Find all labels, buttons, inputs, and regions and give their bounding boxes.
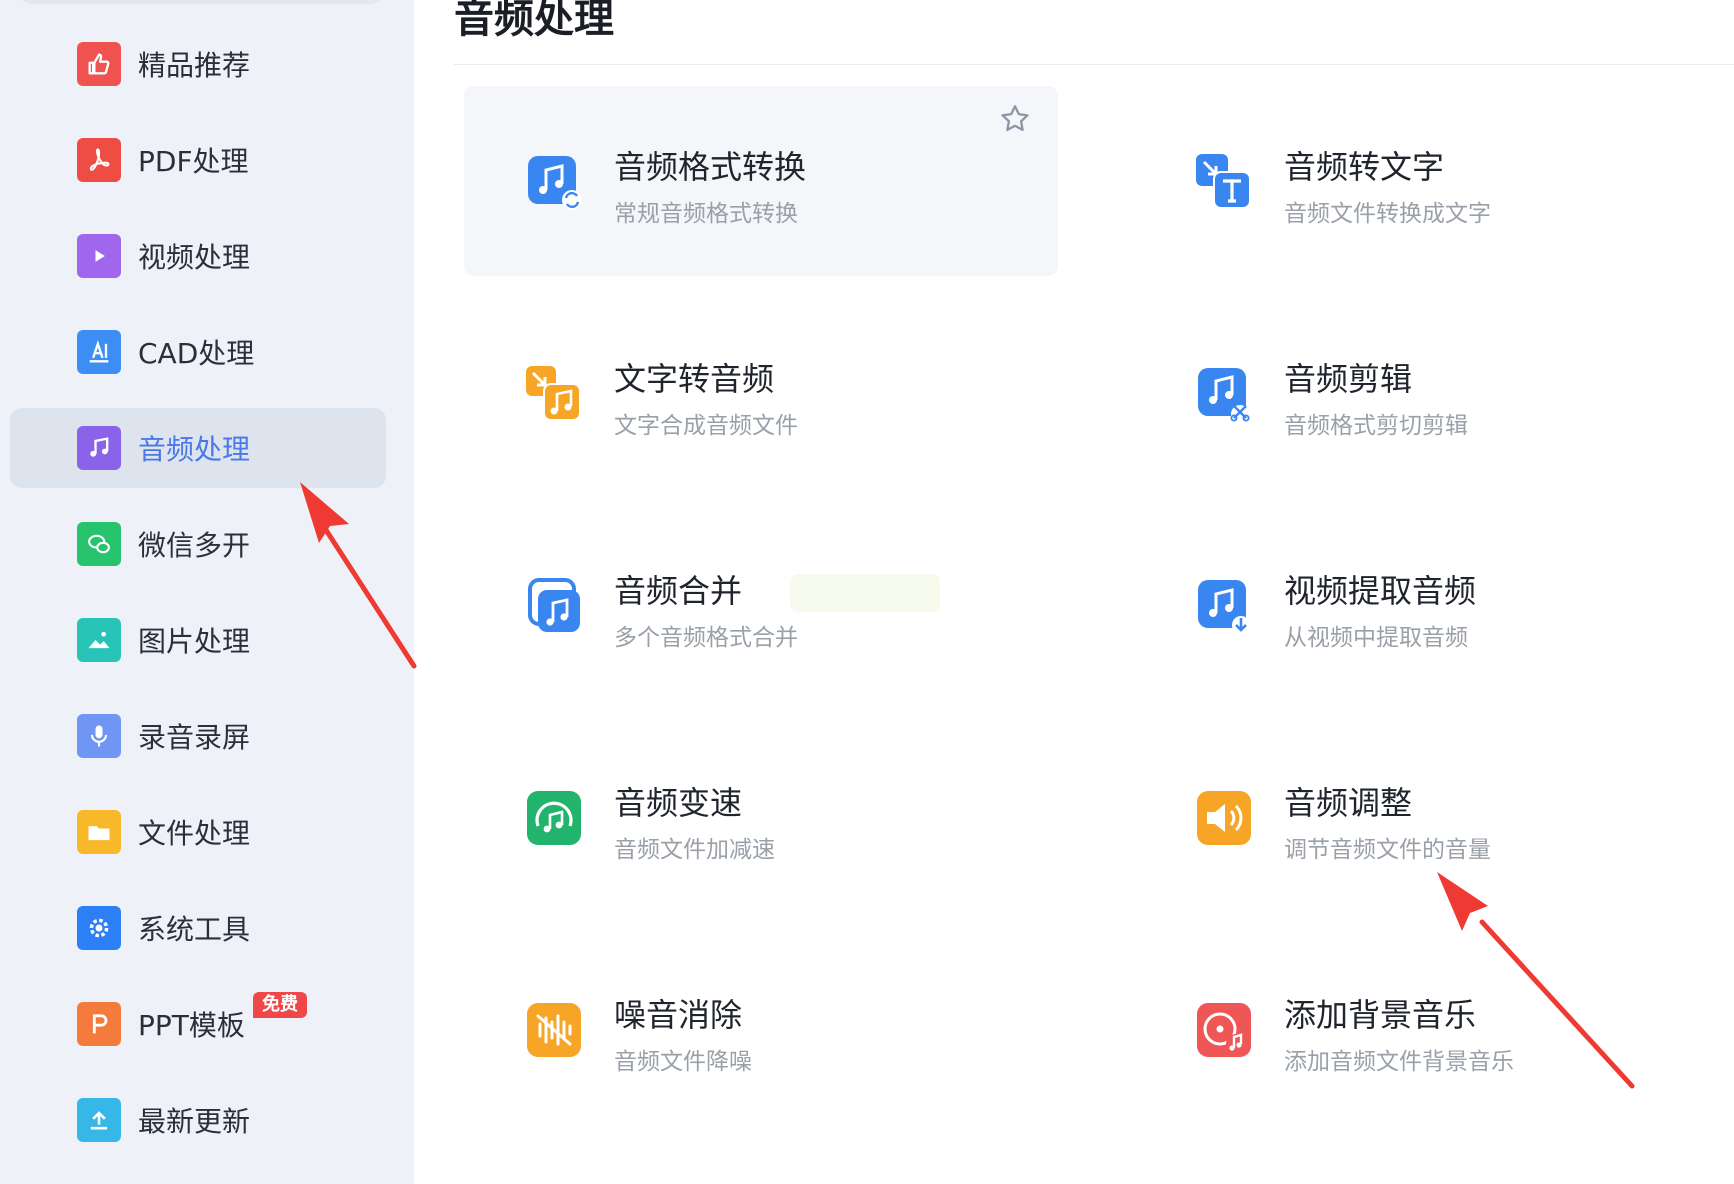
sidebar-item-label: 文件处理 [138, 817, 251, 850]
tool-desc: 文字合成音频文件 [614, 413, 798, 439]
sidebar-item-video[interactable]: 视频处理 [10, 216, 386, 296]
sidebar-item-label: PPT模板 [138, 1009, 245, 1042]
tool-card-text-to-audio[interactable]: 文字转音频 文字合成音频文件 [464, 298, 1058, 488]
image-icon [77, 618, 121, 662]
tool-title: 音频合并 [614, 572, 743, 610]
tool-title: 音频调整 [1284, 784, 1413, 822]
sidebar-item-audio[interactable]: 音频处理 [10, 408, 386, 488]
sidebar-item-label: 音频处理 [138, 433, 251, 466]
play-icon [77, 234, 121, 278]
sidebar-item-label: 系统工具 [138, 913, 251, 946]
sidebar-item-cad[interactable]: CAD处理 [10, 312, 386, 392]
sidebar-item-featured[interactable]: 精品推荐 [10, 24, 386, 104]
audio-cut-icon [1198, 368, 1250, 423]
audio-speed-icon [527, 791, 581, 845]
tool-title: 添加背景音乐 [1284, 996, 1477, 1034]
tool-desc: 从视频中提取音频 [1284, 625, 1468, 651]
free-badge: 免费 [253, 992, 307, 1018]
tool-card-volume-adjust[interactable]: 音频调整 调节音频文件的音量 [1134, 722, 1728, 912]
sidebar-item-latest-updates[interactable]: 最新更新 [10, 1080, 386, 1160]
tool-title: 噪音消除 [614, 996, 743, 1034]
tool-card-audio-speed[interactable]: 音频变速 音频文件加减速 [464, 722, 1058, 912]
sidebar-item-label: 录音录屏 [138, 721, 251, 754]
sidebar-item-label: 最新更新 [138, 1105, 251, 1138]
tool-card-audio-cut[interactable]: 音频剪辑 音频格式剪切剪辑 [1134, 298, 1728, 488]
noise-reduction-icon [527, 1003, 581, 1057]
tool-card-background-music[interactable]: 添加背景音乐 添加音频文件背景音乐 [1134, 934, 1728, 1124]
tool-desc: 音频文件转换成文字 [1284, 201, 1491, 227]
tool-title: 音频转文字 [1284, 148, 1445, 186]
sidebar-item-label: 图片处理 [138, 625, 251, 658]
sidebar-top-bar [18, 0, 384, 4]
text-to-audio-icon [526, 366, 581, 421]
tool-card-extract-audio[interactable]: 视频提取音频 从视频中提取音频 [1134, 510, 1728, 700]
extract-audio-icon [1198, 580, 1250, 634]
tool-card-audio-format-convert[interactable]: 音频格式转换 常规音频格式转换 [464, 86, 1058, 276]
sidebar-item-label: 微信多开 [138, 529, 251, 562]
sidebar-item-label: PDF处理 [138, 145, 249, 178]
tool-desc: 音频文件降噪 [614, 1049, 752, 1075]
tool-card-audio-to-text[interactable]: 音频转文字 音频文件转换成文字 [1134, 86, 1728, 276]
volume-icon [1197, 791, 1251, 845]
tool-title: 文字转音频 [614, 360, 775, 398]
audio-convert-icon [528, 156, 582, 210]
audio-to-text-icon [1196, 154, 1251, 209]
tool-title: 音频变速 [614, 784, 743, 822]
gear-icon [77, 906, 121, 950]
sidebar-item-label: CAD处理 [138, 337, 255, 370]
sidebar-item-label: 精品推荐 [138, 49, 251, 82]
tool-desc: 多个音频格式合并 [614, 625, 798, 651]
sidebar-item-pdf[interactable]: PDF处理 [10, 120, 386, 200]
microphone-icon [77, 714, 121, 758]
tool-desc: 音频文件加减速 [614, 837, 775, 863]
sidebar-item-recording[interactable]: 录音录屏 [10, 696, 386, 776]
tool-desc: 调节音频文件的音量 [1284, 837, 1491, 863]
page-title: 音频处理 [454, 0, 614, 42]
tool-desc: 常规音频格式转换 [614, 201, 798, 227]
sidebar-item-ppt-templates[interactable]: PPT模板 免费 [10, 984, 386, 1064]
pdf-icon [77, 138, 121, 182]
sidebar-item-files[interactable]: 文件处理 [10, 792, 386, 872]
tool-title: 视频提取音频 [1284, 572, 1477, 610]
upload-icon [77, 1098, 121, 1142]
sidebar: 精品推荐 PDF处理 视频处理 CAD处理 音频处理 微信多开 图片处理 录音录… [0, 0, 414, 1184]
wechat-icon [77, 522, 121, 566]
tool-desc: 音频格式剪切剪辑 [1284, 413, 1468, 439]
star-icon[interactable] [998, 102, 1032, 136]
thumbs-up-icon [77, 42, 121, 86]
tool-title: 音频剪辑 [1284, 360, 1413, 398]
background-music-icon [1197, 1003, 1251, 1057]
ppt-icon [77, 1002, 121, 1046]
sidebar-item-image[interactable]: 图片处理 [10, 600, 386, 680]
title-divider [454, 64, 1734, 65]
folder-icon [77, 810, 121, 854]
sidebar-item-wechat[interactable]: 微信多开 [10, 504, 386, 584]
tool-title: 音频格式转换 [614, 148, 807, 186]
audio-merge-icon [528, 578, 580, 632]
cad-icon [77, 330, 121, 374]
music-note-icon [77, 426, 121, 470]
tool-desc: 添加音频文件背景音乐 [1284, 1049, 1514, 1075]
tool-card-noise-reduction[interactable]: 噪音消除 音频文件降噪 [464, 934, 1058, 1124]
sidebar-item-system-tools[interactable]: 系统工具 [10, 888, 386, 968]
sidebar-item-label: 视频处理 [138, 241, 251, 274]
tool-card-audio-merge[interactable]: 音频合并 多个音频格式合并 [464, 510, 1058, 700]
